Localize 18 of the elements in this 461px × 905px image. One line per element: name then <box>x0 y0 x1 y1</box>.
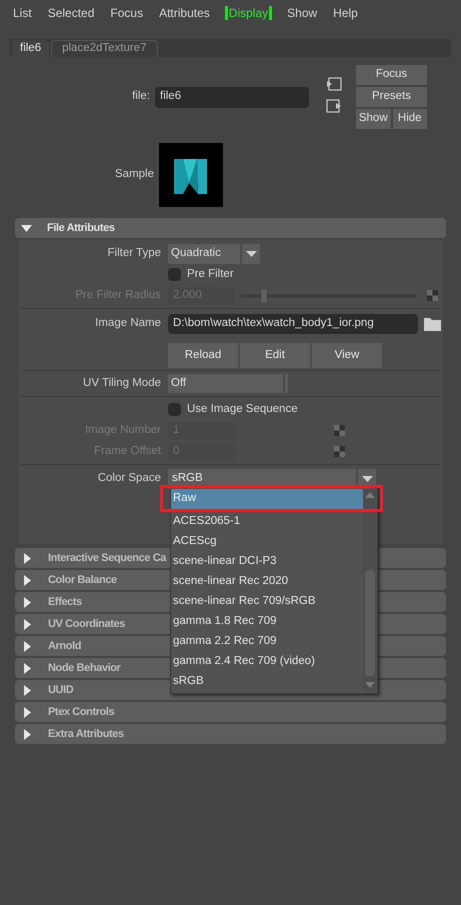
field-label: Filter Type <box>106 246 162 261</box>
section-title: Effects <box>48 594 82 610</box>
field-label: Image Name <box>94 316 162 331</box>
section-title: File Attributes <box>47 220 115 236</box>
file-label: file: <box>131 89 151 104</box>
checkbox-label: Pre Filter <box>187 266 234 282</box>
section-title: Interactive Sequence Ca <box>48 550 166 566</box>
section-title: Node Behavior <box>48 660 120 676</box>
section-title: UV Coordinates <box>48 616 125 632</box>
field-label: Color Space <box>96 470 162 486</box>
section-title: Arnold <box>48 638 82 654</box>
section-title: Color Balance <box>48 572 117 588</box>
checkbox-label: Use Image Sequence <box>187 402 298 417</box>
sample-label: Sample <box>114 167 155 182</box>
section-title: Ptex Controls <box>48 704 114 720</box>
section-title: UUID <box>48 682 74 698</box>
field-label: UV Tiling Mode <box>82 376 162 391</box>
section-title: Extra Attributes <box>48 726 124 742</box>
